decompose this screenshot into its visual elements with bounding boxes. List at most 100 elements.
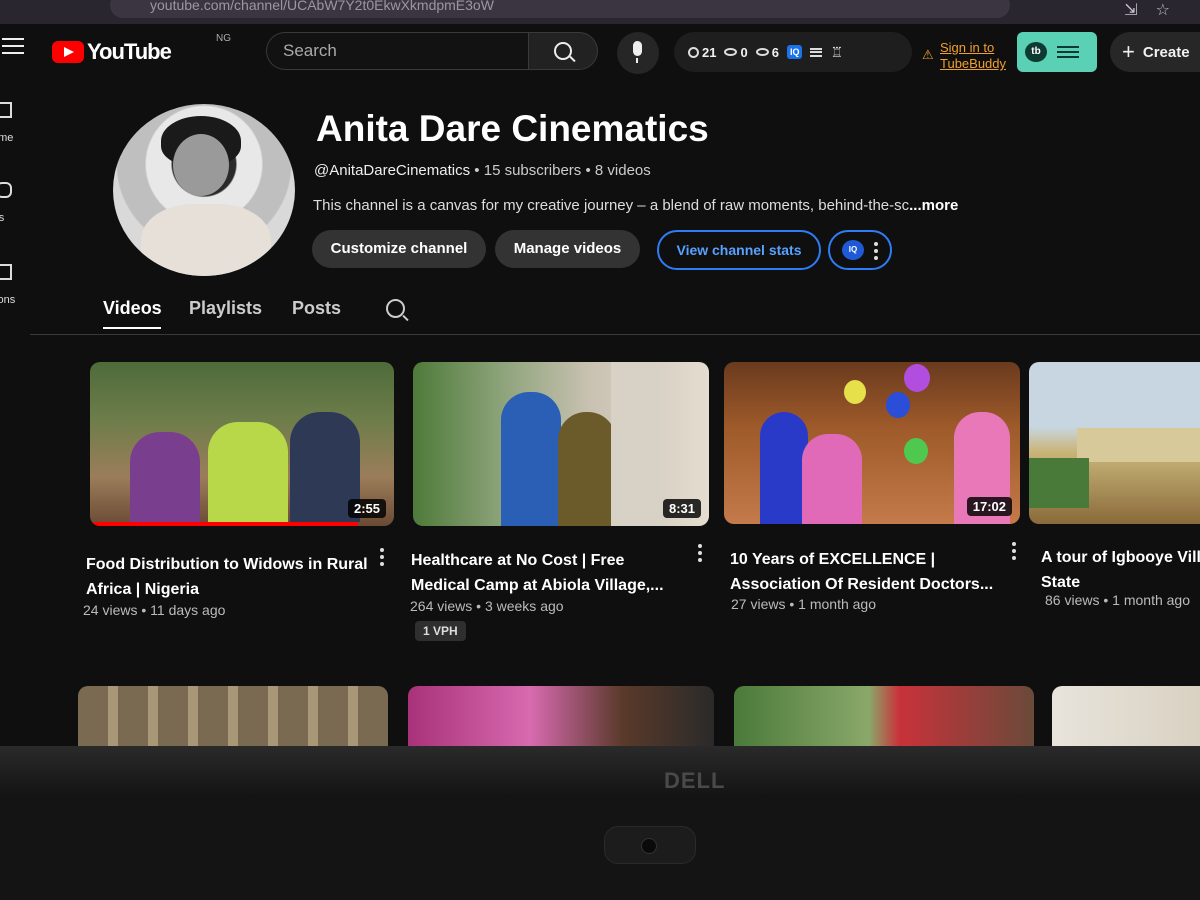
tubebuddy-logo-icon: tb <box>1025 42 1047 62</box>
video-card[interactable]: 8:31 <box>413 362 709 526</box>
plus-icon: + <box>1122 39 1135 64</box>
channel-description[interactable]: This channel is a canvas for my creative… <box>313 197 958 214</box>
video-thumbnail[interactable]: 17:02 <box>724 362 1020 524</box>
address-bar[interactable]: youtube.com/channel/UCAbW7Y2t0EkwXkmdpmE… <box>110 0 1010 18</box>
video-menu-icon[interactable] <box>1012 542 1016 563</box>
video-title-line: A tour of Igbooye Villa <box>1041 549 1200 566</box>
channel-metadata: @AnitaDareCinematics • 15 subscribers • … <box>314 162 651 179</box>
view-count: 27 views <box>731 596 786 612</box>
video-thumbnail[interactable] <box>734 686 1034 746</box>
guide-item-shorts[interactable]: rts <box>0 212 4 224</box>
video-title[interactable]: Healthcare at No Cost | Free Medical Cam… <box>411 548 664 598</box>
shorts-icon[interactable] <box>0 182 12 198</box>
view-count: 86 views <box>1045 592 1100 608</box>
bookmark-star-icon[interactable]: ☆ <box>1156 0 1170 20</box>
voice-search-button[interactable] <box>617 32 659 74</box>
tab-videos[interactable]: Videos <box>103 298 162 319</box>
avatar-photo-body <box>141 204 271 276</box>
channel-search-icon[interactable] <box>386 299 405 318</box>
guide-item-subscriptions[interactable]: tions <box>0 294 15 306</box>
view-count: 264 views <box>410 598 473 614</box>
menu-lines-icon <box>1057 46 1079 58</box>
tab-posts[interactable]: Posts <box>292 298 341 319</box>
more-options-icon[interactable] <box>874 242 878 263</box>
upload-age: 3 weeks ago <box>484 598 564 614</box>
more-link[interactable]: ...more <box>909 197 958 214</box>
views-stat: 6 <box>755 45 779 60</box>
dell-logo: DELL <box>664 768 726 793</box>
video-title-line: Medical Camp at Abiola Village,... <box>411 577 664 594</box>
search-input[interactable] <box>267 33 529 69</box>
search-button[interactable] <box>528 32 598 70</box>
video-thumbnail[interactable] <box>1029 362 1200 524</box>
youtube-play-icon <box>52 41 84 63</box>
watch-progress-bar <box>90 522 358 526</box>
balloon-blue <box>886 392 910 418</box>
trophy-icon[interactable]: ♖ <box>830 44 843 61</box>
video-card[interactable]: 2:55 <box>90 362 394 526</box>
search-icon <box>554 42 572 60</box>
video-title-line: Healthcare at No Cost | Free <box>411 552 625 569</box>
video-title[interactable]: A tour of Igbooye Villa State <box>1041 545 1200 595</box>
tabs-divider <box>30 334 1200 335</box>
video-duration: 8:31 <box>662 499 701 518</box>
video-title[interactable]: 10 Years of EXCELLENCE | Association Of … <box>730 547 993 597</box>
thumbnail-figure <box>130 432 200 522</box>
subscriptions-icon[interactable] <box>0 264 12 280</box>
video-card[interactable] <box>1029 362 1200 524</box>
channel-avatar[interactable] <box>113 104 295 276</box>
video-thumbnail[interactable]: 2:55 <box>90 362 394 526</box>
warning-icon: ⚠ <box>922 47 934 62</box>
video-metadata: 86 views • 1 month ago <box>1045 592 1190 608</box>
browser-toolbar: youtube.com/channel/UCAbW7Y2t0EkwXkmdpmE… <box>0 0 1200 24</box>
vph-badge: 1 VPH <box>415 621 466 641</box>
upload-age: 1 month ago <box>1112 592 1190 608</box>
thumbnail-grass <box>1029 458 1089 508</box>
meta-separator: • <box>474 162 480 179</box>
video-thumbnail[interactable] <box>78 686 388 746</box>
manage-videos-button[interactable]: Manage videos <box>495 230 640 268</box>
view-channel-stats-button[interactable]: View channel stats <box>657 230 821 270</box>
microphone-icon <box>633 41 642 63</box>
video-duration: 2:55 <box>347 499 386 518</box>
guide-menu-icon[interactable] <box>2 38 24 56</box>
video-menu-icon[interactable] <box>698 544 702 565</box>
description-text: This channel is a canvas for my creative… <box>313 197 910 214</box>
guide-item-home[interactable]: ome <box>0 132 13 144</box>
masthead: YouTube NG 21 0 6 IQ ♖ ⚠ Sign in to Tube… <box>0 24 1200 80</box>
create-button[interactable]: + Create <box>1110 32 1200 72</box>
search-field <box>266 32 529 70</box>
thumbnail-figure <box>208 422 288 522</box>
tubebuddy-signin-link[interactable]: ⚠ Sign in to TubeBuddy <box>922 40 1010 72</box>
tubebuddy-menu-button[interactable]: tb <box>1017 32 1097 72</box>
laptop-bezel: DELL <box>0 746 1200 900</box>
youtube-logo[interactable]: YouTube NG <box>52 33 231 65</box>
thumbnail-figure <box>802 434 862 524</box>
thumbnail-building <box>1077 428 1200 462</box>
video-thumbnail[interactable] <box>1052 686 1200 746</box>
tab-playlists[interactable]: Playlists <box>189 298 262 319</box>
meta-separator: • <box>141 602 147 618</box>
meta-separator: • <box>1103 592 1109 608</box>
channel-handle: @AnitaDareCinematics <box>314 162 471 179</box>
customize-channel-button[interactable]: Customize channel <box>312 230 486 268</box>
home-icon[interactable] <box>0 102 12 118</box>
video-menu-icon[interactable] <box>380 548 384 569</box>
video-thumbnail[interactable]: 8:31 <box>413 362 709 526</box>
video-title[interactable]: Food Distribution to Widows in Rural Afr… <box>86 552 368 602</box>
thumbnail-figure <box>760 412 808 524</box>
video-card[interactable]: 17:02 <box>724 362 1020 524</box>
avatar-photo-face <box>173 134 229 196</box>
vidiq-stats-bar[interactable]: 21 0 6 IQ ♖ <box>674 32 912 72</box>
video-count: 8 videos <box>594 162 651 179</box>
vidiq-logo-icon[interactable]: IQ <box>786 45 803 59</box>
list-menu-icon[interactable] <box>810 47 823 57</box>
upload-age: 11 days ago <box>150 602 226 618</box>
meta-separator: • <box>585 162 591 179</box>
video-thumbnail[interactable] <box>408 686 714 746</box>
thumbnail-figure <box>558 412 616 526</box>
vidiq-channel-button[interactable]: IQ <box>828 230 892 270</box>
meta-separator: • <box>476 598 482 614</box>
webcam-housing <box>604 826 696 864</box>
install-app-icon[interactable]: ⇲ <box>1124 0 1137 20</box>
